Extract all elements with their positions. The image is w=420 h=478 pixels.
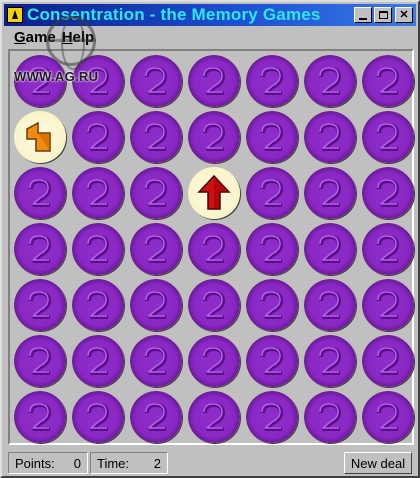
card-back[interactable] bbox=[130, 167, 182, 219]
maximize-icon bbox=[378, 11, 388, 19]
card-back[interactable] bbox=[362, 167, 414, 219]
card-back[interactable] bbox=[304, 279, 356, 331]
time-panel: Time: 2 bbox=[90, 452, 168, 474]
time-value: 2 bbox=[153, 455, 161, 471]
maximize-button[interactable] bbox=[374, 7, 392, 23]
card-back[interactable] bbox=[188, 111, 240, 163]
card-back[interactable] bbox=[14, 167, 66, 219]
card-back[interactable] bbox=[362, 391, 414, 443]
card-back[interactable] bbox=[14, 223, 66, 275]
card-back[interactable] bbox=[362, 335, 414, 387]
card-back[interactable] bbox=[246, 167, 298, 219]
card-back[interactable] bbox=[14, 335, 66, 387]
card-back[interactable] bbox=[304, 335, 356, 387]
card-back[interactable] bbox=[246, 55, 298, 107]
card-back[interactable] bbox=[188, 223, 240, 275]
card-back[interactable] bbox=[362, 111, 414, 163]
game-window: Consentration - the Memory Games ✕ Game … bbox=[0, 0, 420, 478]
card-back[interactable] bbox=[246, 335, 298, 387]
card-back[interactable] bbox=[72, 391, 124, 443]
card-back[interactable] bbox=[72, 335, 124, 387]
revealed-card-red-up-arrow-icon[interactable] bbox=[188, 167, 240, 219]
status-bar: Points: 0 Time: 2 New deal bbox=[4, 450, 416, 476]
card-back[interactable] bbox=[246, 223, 298, 275]
time-label: Time: bbox=[97, 455, 130, 471]
card-back[interactable] bbox=[130, 111, 182, 163]
card-back[interactable] bbox=[14, 279, 66, 331]
card-back[interactable] bbox=[188, 55, 240, 107]
card-back[interactable] bbox=[188, 335, 240, 387]
card-back[interactable] bbox=[72, 223, 124, 275]
card-back[interactable] bbox=[246, 391, 298, 443]
card-back[interactable] bbox=[72, 111, 124, 163]
card-back[interactable] bbox=[72, 167, 124, 219]
card-back[interactable] bbox=[304, 223, 356, 275]
card-back[interactable] bbox=[72, 279, 124, 331]
card-back[interactable] bbox=[362, 55, 414, 107]
card-back[interactable] bbox=[130, 223, 182, 275]
minimize-icon bbox=[359, 17, 367, 20]
card-back[interactable] bbox=[246, 111, 298, 163]
points-label: Points: bbox=[15, 455, 55, 471]
minimize-button[interactable] bbox=[354, 7, 372, 23]
watermark-globe-icon bbox=[46, 16, 96, 70]
card-back[interactable] bbox=[246, 279, 298, 331]
close-icon: ✕ bbox=[399, 8, 409, 21]
card-back[interactable] bbox=[304, 55, 356, 107]
watermark-text: WWW.AG.RU bbox=[14, 69, 99, 84]
card-back[interactable] bbox=[130, 279, 182, 331]
points-panel: Points: 0 bbox=[8, 452, 88, 474]
card-back[interactable] bbox=[130, 55, 182, 107]
menu-game-accel: G bbox=[14, 28, 26, 46]
card-back[interactable] bbox=[188, 279, 240, 331]
card-back[interactable] bbox=[130, 391, 182, 443]
card-back[interactable] bbox=[304, 391, 356, 443]
card-back[interactable] bbox=[14, 391, 66, 443]
revealed-card-orange-square-arrow-icon[interactable] bbox=[14, 111, 66, 163]
points-value: 0 bbox=[73, 455, 81, 471]
card-back[interactable] bbox=[188, 391, 240, 443]
card-back[interactable] bbox=[304, 111, 356, 163]
close-button[interactable]: ✕ bbox=[395, 7, 413, 23]
card-back[interactable] bbox=[362, 223, 414, 275]
new-deal-button[interactable]: New deal bbox=[344, 452, 412, 474]
app-icon[interactable] bbox=[7, 7, 23, 23]
card-back[interactable] bbox=[362, 279, 414, 331]
game-board bbox=[8, 49, 414, 445]
card-back[interactable] bbox=[130, 335, 182, 387]
card-back[interactable] bbox=[304, 167, 356, 219]
